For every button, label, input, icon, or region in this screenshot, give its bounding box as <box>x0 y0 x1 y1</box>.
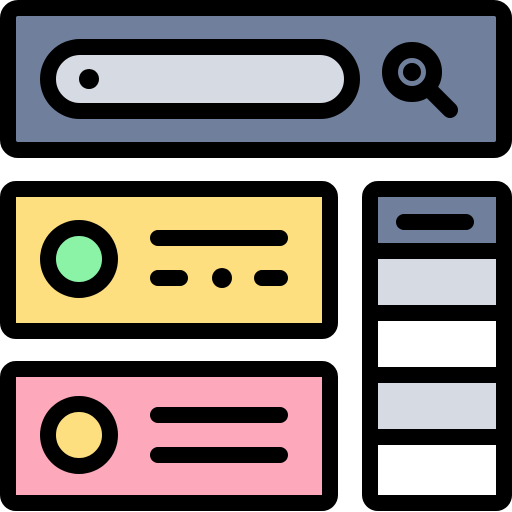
web-layout-search-icon <box>0 0 512 511</box>
avatar <box>40 396 118 474</box>
profile-card-yellow <box>0 181 338 339</box>
profile-card-pink <box>0 361 338 511</box>
web-layout-illustration <box>0 0 512 512</box>
card-text-dot <box>212 268 232 288</box>
avatar <box>40 220 118 298</box>
search-bar <box>0 0 512 158</box>
sidebar-row-gray <box>370 251 504 313</box>
search-input-cursor-dot <box>79 69 99 89</box>
sidebar-row-gray <box>370 375 504 437</box>
sidebar-list <box>362 181 512 511</box>
